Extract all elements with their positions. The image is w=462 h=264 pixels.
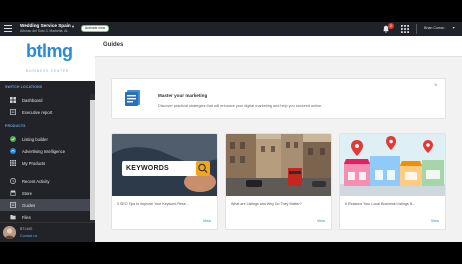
guide-card[interactable]: 6 Reasons Your Local Business Listings N… <box>339 133 446 230</box>
guide-card[interactable]: What are Listings and Why Do They Matter… <box>225 133 332 230</box>
logo-area[interactable]: btlmg BUSINESS CENTER <box>0 36 95 81</box>
logo-subtitle: BUSINESS CENTER <box>26 69 69 73</box>
view-link[interactable]: View <box>317 219 325 223</box>
page-title: Guides <box>103 42 124 48</box>
divider <box>416 24 417 34</box>
main-content: Guides Master your marketing Discover pr… <box>95 36 462 242</box>
card-title: What are Listings and Why Do They Matter… <box>231 202 302 206</box>
listing-icon <box>10 136 16 142</box>
sidebar-item-recent-activity[interactable]: Recent Activity <box>0 175 93 187</box>
top-bar: Wedding Service Spain ▼ Alfonso del Soto… <box>0 22 462 36</box>
close-icon[interactable]: × <box>434 83 438 89</box>
view-link[interactable]: View <box>203 219 211 223</box>
sidebar-item-advertising-intelligence[interactable]: Advertising Intelligence <box>0 145 93 157</box>
guide-book-icon <box>125 90 140 106</box>
chevron-down-icon[interactable]: ▼ <box>71 24 75 29</box>
dashboard-icon <box>10 97 16 103</box>
sidebar-item-label: Guides <box>22 202 36 208</box>
activity-icon <box>10 178 16 184</box>
contact-us-link[interactable]: Contact us <box>20 234 37 238</box>
sidebar-item-label: Advertising Intelligence <box>22 148 66 154</box>
letterbox-bottom <box>0 242 462 264</box>
menu-icon[interactable] <box>4 25 12 33</box>
sidebar-item-label: Store <box>22 190 33 196</box>
guide-card[interactable]: KEYWORDS 3 SEO Tips to Improve Your Keyw… <box>111 133 218 230</box>
sidebar-item-my-products[interactable]: My Products <box>0 157 93 169</box>
section-label-products[interactable]: PRODUCTS <box>5 124 26 128</box>
footer-business-name: BTLMG <box>20 227 33 231</box>
user-menu[interactable]: Brian Curran <box>424 26 444 30</box>
sidebar-item-label: My Products <box>22 160 46 166</box>
files-icon <box>10 215 16 220</box>
status-badge[interactable]: Activate view <box>81 25 110 32</box>
page-header: Guides <box>95 36 462 57</box>
products-icon <box>10 160 16 166</box>
sidebar-footer: BTLMG Contact us <box>0 222 95 242</box>
sidebar-item-guides[interactable]: Guides <box>0 199 93 211</box>
view-link[interactable]: View <box>431 219 439 223</box>
notification-count: 2 <box>388 23 394 29</box>
avatar-photo <box>3 226 16 239</box>
apps-grid-icon[interactable] <box>401 25 409 33</box>
banner-title: Master your marketing <box>158 93 208 98</box>
marketing-banner: Master your marketing Discover practical… <box>111 78 446 119</box>
logo: btlmg <box>26 41 73 61</box>
sidebar: btlmg BUSINESS CENTER SWITCH LOCATIONS D… <box>0 36 95 242</box>
advertising-icon <box>10 148 16 154</box>
sidebar-item-label: Listing builder <box>22 136 48 142</box>
business-address: Alfonso del Soto 3, Marbella, AL <box>20 29 69 33</box>
sidebar-item-label: Recent Activity <box>22 178 50 184</box>
sidebar-item-dashboard[interactable]: Dashboard <box>0 94 93 106</box>
sidebar-item-label: Executive report <box>22 109 53 115</box>
section-label-locations[interactable]: SWITCH LOCATIONS <box>5 85 42 89</box>
banner-text: Discover practical strategies that will … <box>158 104 323 108</box>
keywords-image-text: KEYWORDS <box>126 165 169 172</box>
avatar[interactable] <box>3 226 16 239</box>
guides-icon <box>10 202 16 208</box>
sidebar-item-listing-builder[interactable]: Listing builder <box>0 133 93 145</box>
storefront-map-illustration <box>340 134 445 196</box>
card-title: 3 SEO Tips to Improve Your Keyword Rese.… <box>117 202 189 206</box>
keywords-search-photo: KEYWORDS <box>112 134 217 196</box>
sidebar-item-label: Files <box>22 214 31 220</box>
chevron-down-icon[interactable]: ▼ <box>452 26 455 30</box>
report-icon <box>10 109 16 115</box>
sidebar-item-label: Dashboard <box>22 97 43 103</box>
sidebar-item-store[interactable]: Store <box>0 187 93 199</box>
card-title: 6 Reasons Your Local Business Listings N… <box>345 202 416 206</box>
store-icon <box>10 190 16 196</box>
city-street-photo <box>226 134 331 196</box>
sidebar-item-executive-report[interactable]: Executive report <box>0 106 93 118</box>
business-name[interactable]: Wedding Service Spain <box>20 23 71 28</box>
